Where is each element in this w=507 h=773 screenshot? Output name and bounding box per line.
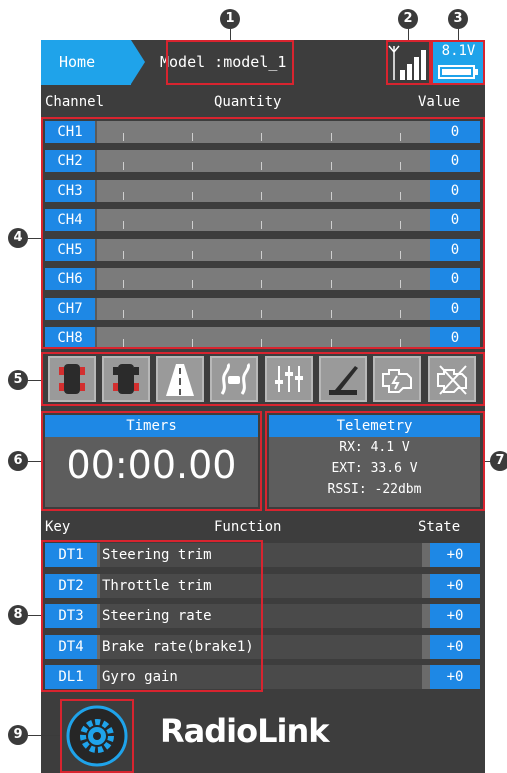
marker-line-2 [408, 29, 409, 40]
marker-4: 4 [8, 228, 28, 248]
marker-line-8 [28, 615, 41, 616]
marker-line-6 [28, 461, 41, 462]
marker-line-5 [28, 380, 41, 381]
home-tab[interactable]: Home [41, 40, 131, 85]
function-column-header: Function [214, 519, 282, 535]
key-state: +0 [430, 635, 480, 659]
radiolink-logo: RadioLink [160, 712, 330, 750]
home-label: Home [59, 53, 96, 71]
marker-9: 9 [8, 725, 28, 745]
annotation-box-9 [60, 699, 134, 773]
marker-line-1 [230, 29, 231, 40]
marker-line-9 [28, 735, 60, 736]
annotation-box-4 [41, 117, 485, 349]
annotation-box-6 [41, 411, 262, 511]
marker-5: 5 [8, 370, 28, 390]
marker-7: 7 [490, 451, 507, 471]
key-state: +0 [430, 543, 480, 567]
marker-2: 2 [398, 9, 418, 29]
marker-line-3 [458, 29, 459, 40]
key-state: +0 [430, 574, 480, 598]
marker-8: 8 [8, 605, 28, 625]
annotation-box-1 [166, 40, 294, 85]
annotation-box-2 [386, 40, 431, 85]
marker-line-4 [28, 238, 41, 239]
annotation-box-5 [41, 352, 485, 406]
value-column-header: Value [418, 94, 461, 110]
state-column-header: State [418, 519, 461, 535]
channel-column-header: Channel [45, 94, 105, 110]
marker-3: 3 [448, 9, 468, 29]
marker-1: 1 [220, 9, 240, 29]
marker-6: 6 [8, 451, 28, 471]
key-column-header: Key [45, 519, 71, 535]
home-arrow-icon [131, 40, 145, 84]
annotation-box-3 [431, 40, 485, 85]
annotation-box-8 [41, 540, 263, 692]
quantity-column-header: Quantity [214, 94, 282, 110]
key-state: +0 [430, 604, 480, 628]
key-state: +0 [430, 665, 480, 689]
annotation-box-7 [265, 411, 485, 511]
